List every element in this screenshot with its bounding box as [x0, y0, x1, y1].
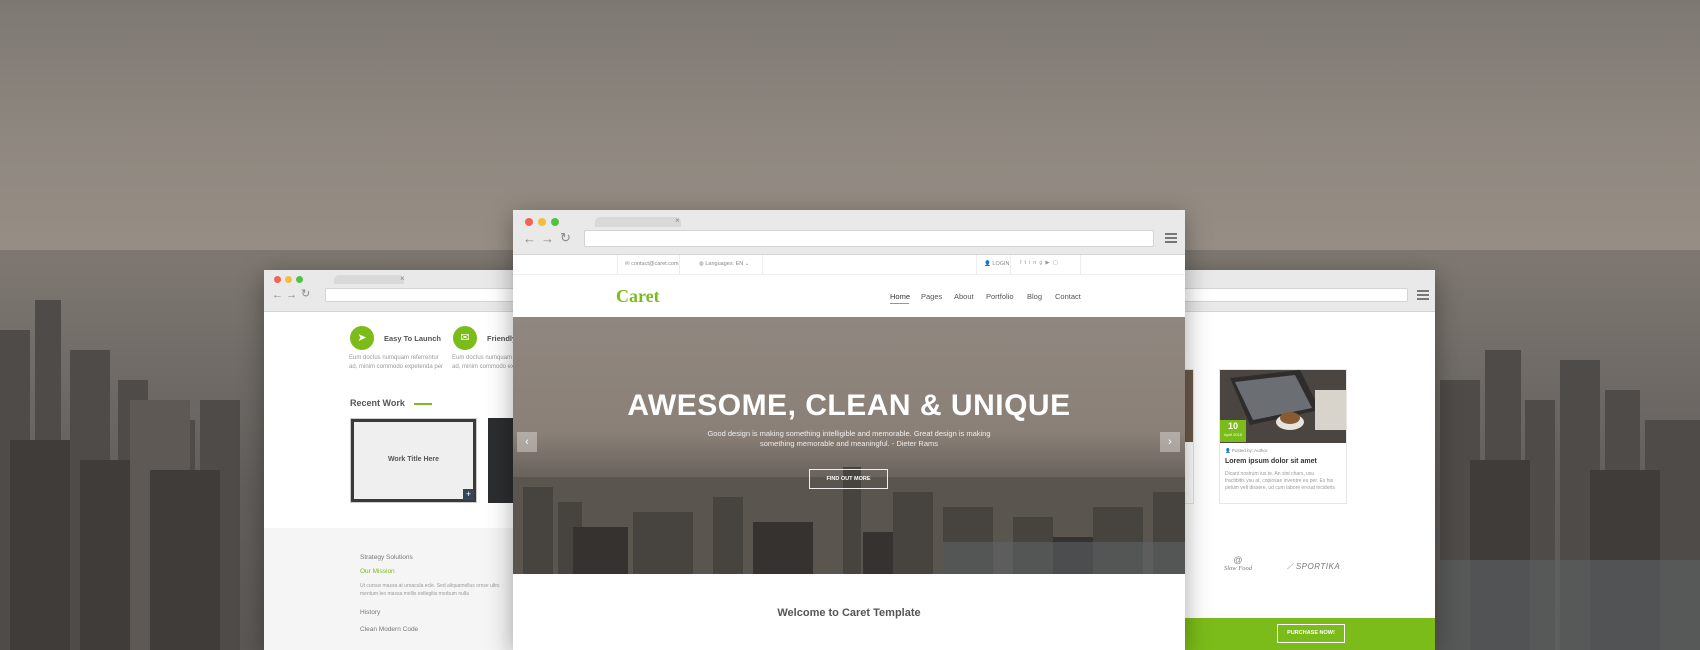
date-month: April 2015: [1223, 432, 1242, 437]
feature-text: Eum doctus numquam: [452, 355, 513, 361]
nav-about[interactable]: About: [954, 292, 974, 301]
browser-tab[interactable]: [334, 275, 404, 284]
reload-icon[interactable]: ↻: [301, 289, 310, 300]
tab-close-icon[interactable]: ×: [400, 275, 405, 283]
youtube-icon[interactable]: ▶: [1045, 260, 1052, 266]
find-out-more-button[interactable]: FIND OUT MORE: [809, 469, 888, 489]
section-title: Recent Work: [350, 398, 405, 408]
language-text: Languages: EN: [705, 261, 744, 267]
user-icon: 👤: [1225, 448, 1231, 453]
email-link[interactable]: ✉ contact@caret.com: [625, 261, 679, 267]
brand-logo: ⟋ SPORTIKA: [1287, 562, 1340, 572]
accordion-item[interactable]: Strategy Solutions: [360, 554, 413, 561]
feature-title: Friendly: [487, 334, 517, 343]
browser-window-center: × ← → ↻ ✉ contact@caret.com ◍ Languages:…: [513, 210, 1185, 650]
forward-icon[interactable]: →: [286, 290, 297, 301]
top-info-bar: ✉ contact@caret.com ◍ Languages: EN ⌄ 👤 …: [513, 255, 1185, 275]
chat-icon: ✉: [453, 326, 477, 350]
hero-slider: AWESOME, CLEAN & UNIQUE Good design is m…: [513, 317, 1185, 574]
post-meta: 👤 Posted by: Author: [1225, 448, 1267, 454]
slider-prev-icon[interactable]: ‹: [517, 432, 537, 452]
reload-icon[interactable]: ↻: [560, 231, 571, 244]
browser-chrome: [1170, 270, 1435, 312]
address-bar[interactable]: [1170, 288, 1408, 302]
feature-text: Eum doctus numquam referrentur: [349, 355, 439, 361]
plus-icon[interactable]: +: [463, 489, 474, 500]
portfolio-title: Work Title Here: [387, 456, 440, 463]
feature-title: Easy To Launch: [384, 334, 441, 343]
title-underline: [414, 403, 432, 405]
email-text: contact@caret.com: [631, 261, 679, 267]
brand-name: Slow Food: [1224, 565, 1252, 572]
nav-pages[interactable]: Pages: [921, 292, 942, 301]
browser-tab[interactable]: [595, 217, 681, 227]
post-meta-text: Posted by: Author: [1231, 448, 1268, 453]
close-dot[interactable]: [525, 218, 533, 226]
feature-text: ad, minim commodo expetenda per: [349, 364, 444, 370]
browser-chrome: × ← → ↻: [264, 270, 534, 312]
close-dot[interactable]: [274, 276, 281, 283]
maximize-dot[interactable]: [296, 276, 303, 283]
instagram-icon[interactable]: ▢: [1053, 260, 1061, 266]
envelope-icon: ✉: [625, 261, 630, 267]
minimize-dot[interactable]: [538, 218, 546, 226]
brand-logo: @ Slow Food: [1224, 555, 1252, 572]
accordion-text: Ut cursus massa at urnacula ecle. Sed al…: [360, 583, 500, 589]
browser-chrome: × ← → ↻: [513, 210, 1185, 255]
site-header: Caret Home Pages About Portfolio Blog Co…: [513, 276, 1185, 316]
hero-title: AWESOME, CLEAN & UNIQUE: [627, 389, 1071, 422]
user-icon: 👤: [984, 261, 991, 267]
accordion-text: mentum leo massa mollis estlegitis morbu…: [360, 591, 469, 597]
post-title[interactable]: Lorem ipsum dolor sit amet: [1225, 458, 1317, 465]
maximize-dot[interactable]: [551, 218, 559, 226]
linkedin-icon[interactable]: in: [1029, 260, 1039, 266]
minimize-dot[interactable]: [285, 276, 292, 283]
hero-subtitle: Good design is making something intellig…: [707, 429, 991, 438]
accordion-item[interactable]: History: [360, 609, 380, 616]
brand-name: SPORTIKA: [1295, 562, 1341, 571]
date-badge: 10 April 2015: [1220, 420, 1246, 442]
feature-text: ad, minim commodo ex: [452, 364, 515, 370]
browser-window-right: 10 April 2015 👤 Posted by: Author Lorem …: [1170, 270, 1435, 650]
welcome-heading: Welcome to Caret Template: [777, 607, 921, 619]
browser-window-left: × ← → ↻ ➤ Easy To Launch Eum doctus numq…: [264, 270, 534, 650]
social-icons: fting▶▢: [1020, 260, 1061, 266]
site-logo[interactable]: Caret: [616, 286, 660, 307]
sportika-icon: ⟋: [1287, 562, 1294, 571]
nav-contact[interactable]: Contact: [1055, 292, 1081, 301]
address-bar[interactable]: [325, 288, 525, 302]
hero-subtitle: something memorable and meaningful. - Di…: [760, 439, 938, 448]
rocket-icon: ➤: [350, 326, 374, 350]
post-excerpt: fractibitis ysu at, copiosae inventre eu…: [1225, 478, 1334, 484]
accordion-item-active[interactable]: Our Mission: [360, 568, 395, 575]
purchase-button[interactable]: PURCHASE NOW!: [1277, 624, 1345, 643]
menu-icon[interactable]: [1417, 290, 1429, 302]
post-excerpt: Dicant nostrum ius te. An sint chars, us…: [1225, 471, 1315, 477]
login-link[interactable]: 👤 LOGIN: [984, 261, 1010, 267]
nav-blog[interactable]: Blog: [1027, 292, 1042, 301]
forward-icon[interactable]: →: [541, 232, 554, 245]
post-excerpt: petum velt dissere, ud cum labore ervsat…: [1225, 485, 1336, 491]
active-underline: [890, 303, 909, 304]
date-day: 10: [1227, 421, 1238, 431]
tab-close-icon[interactable]: ×: [675, 217, 680, 225]
address-bar[interactable]: [584, 230, 1154, 247]
menu-icon[interactable]: [1165, 233, 1177, 245]
nav-home[interactable]: Home: [890, 292, 910, 301]
slider-next-icon[interactable]: ›: [1160, 432, 1180, 452]
login-text: LOGIN: [992, 261, 1010, 267]
nav-portfolio[interactable]: Portfolio: [986, 292, 1014, 301]
blog-card[interactable]: 10 April 2015 👤 Posted by: Author Lorem …: [1219, 369, 1347, 504]
chevron-down-icon: ⌄: [744, 261, 750, 267]
back-icon[interactable]: ←: [523, 232, 536, 245]
snail-icon: @: [1233, 555, 1243, 565]
back-icon[interactable]: ←: [272, 290, 283, 301]
globe-icon: ◍: [699, 261, 704, 267]
portfolio-item[interactable]: Work Title Here +: [350, 418, 477, 503]
language-dropdown[interactable]: ◍ Languages: EN ⌄: [699, 261, 749, 267]
accordion-item[interactable]: Clean Modern Code: [360, 626, 418, 633]
